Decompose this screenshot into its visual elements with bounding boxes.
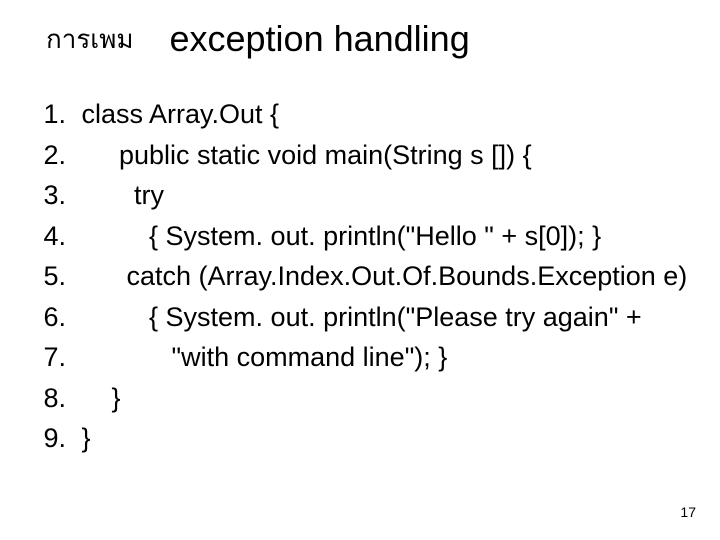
line-number: 7.: [36, 337, 74, 378]
title-thai: การเพม: [46, 19, 133, 60]
line-text: class Array.Out {: [74, 94, 279, 135]
code-block: 1. class Array.Out { 2. public static vo…: [0, 60, 720, 459]
slide-title: การเพม exception handling: [0, 0, 720, 60]
code-line: 2. public static void main(String s []) …: [36, 135, 720, 176]
code-line: 7. "with command line"); }: [36, 337, 720, 378]
slide: การเพม exception handling 1. class Array…: [0, 0, 720, 540]
code-line: 8. }: [36, 378, 720, 419]
line-number: 2.: [36, 135, 74, 176]
line-text: catch (Array.Index.Out.Of.Bounds.Excepti…: [74, 256, 687, 297]
line-number: 4.: [36, 216, 74, 257]
code-line: 5. catch (Array.Index.Out.Of.Bounds.Exce…: [36, 256, 720, 297]
line-text: "with command line"); }: [74, 337, 447, 378]
line-text: }: [74, 418, 91, 459]
line-number: 9.: [36, 418, 74, 459]
line-text: { System. out. println("Please try again…: [74, 297, 642, 338]
code-line: 6. { System. out. println("Please try ag…: [36, 297, 720, 338]
line-number: 1.: [36, 94, 74, 135]
line-text: try: [74, 175, 164, 216]
code-line: 4. { System. out. println("Hello " + s[0…: [36, 216, 720, 257]
line-text: }: [74, 378, 121, 419]
code-line: 9. }: [36, 418, 720, 459]
page-number: 17: [680, 504, 696, 520]
line-number: 3.: [36, 175, 74, 216]
line-text: public static void main(String s []) {: [74, 135, 532, 176]
code-line: 3. try: [36, 175, 720, 216]
title-english: exception handling: [169, 18, 469, 60]
line-number: 8.: [36, 378, 74, 419]
line-number: 5.: [36, 256, 74, 297]
code-line: 1. class Array.Out {: [36, 94, 720, 135]
line-text: { System. out. println("Hello " + s[0]);…: [74, 216, 601, 257]
line-number: 6.: [36, 297, 74, 338]
